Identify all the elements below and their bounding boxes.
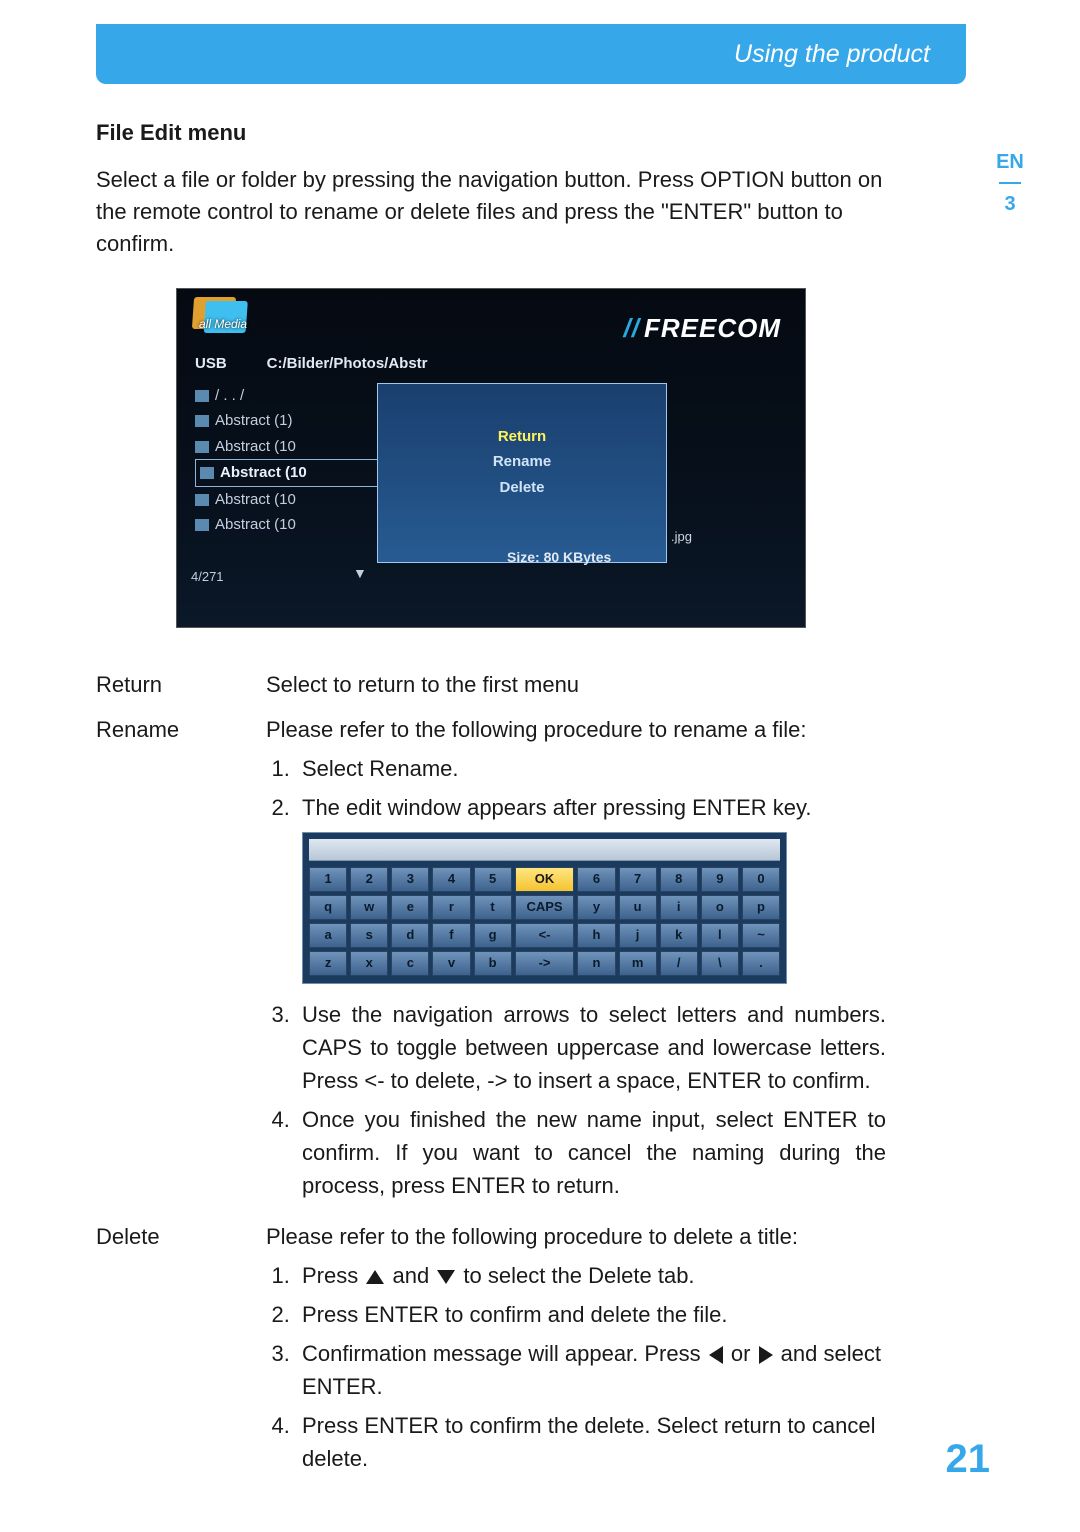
desc-delete: Please refer to the following procedure … <box>266 1220 886 1253</box>
list-item: Abstract (10 <box>195 487 395 513</box>
keyboard-key: i <box>660 895 698 920</box>
keyboard-key: 8 <box>660 867 698 892</box>
keyboard-key: 7 <box>619 867 657 892</box>
keyboard-key: b <box>474 951 512 976</box>
keyboard-key: m <box>619 951 657 976</box>
list-item-selected: Abstract (10 <box>195 459 395 487</box>
rename-step: The edit window appears after pressing E… <box>296 791 886 824</box>
header-title: Using the product <box>734 40 930 69</box>
brand-logo: //FREECOM <box>624 313 781 344</box>
keyboard-key: f <box>432 923 470 948</box>
term-rename: Rename <box>96 713 266 1208</box>
keyboard-key: h <box>577 923 615 948</box>
list-item: Abstract (10 <box>195 434 395 460</box>
keyboard-key: o <box>701 895 739 920</box>
onscreen-keyboard-screenshot: 12345OK67890 qwertCAPSyuiop asdfg<-hjkl~ zx… <box>302 832 787 984</box>
tab-divider <box>999 182 1021 184</box>
rename-step: Use the navigation arrows to select lett… <box>296 998 886 1097</box>
keyboard-key: 3 <box>391 867 429 892</box>
section-title: File Edit menu <box>96 120 886 146</box>
keyboard-key: r <box>432 895 470 920</box>
keyboard-key: x <box>350 951 388 976</box>
chapter-number: 3 <box>1004 193 1015 215</box>
delete-step: Confirmation message will appear. Press … <box>296 1337 886 1403</box>
delete-step: Press ENTER to confirm and delete the fi… <box>296 1298 886 1331</box>
menu-return: Return <box>378 424 666 450</box>
keyboard-key: s <box>350 923 388 948</box>
language-chapter-tab: EN 3 <box>978 146 1042 220</box>
keyboard-key: \ <box>701 951 739 976</box>
keyboard-key: 5 <box>474 867 512 892</box>
keyboard-key: c <box>391 951 429 976</box>
rename-step: Select Rename. <box>296 752 886 785</box>
keyboard-key: CAPS <box>515 895 575 920</box>
keyboard-key: z <box>309 951 347 976</box>
keyboard-key: ~ <box>742 923 780 948</box>
file-count: 4/271 <box>191 569 224 584</box>
menu-rename: Rename <box>378 449 666 475</box>
keyboard-key: k <box>660 923 698 948</box>
arrow-down-icon <box>437 1270 455 1284</box>
list-item: Abstract (1) <box>195 408 395 434</box>
delete-step: Press ENTER to confirm the delete. Selec… <box>296 1409 886 1475</box>
arrow-up-icon <box>366 1270 384 1284</box>
keyboard-key: v <box>432 951 470 976</box>
keyboard-key: q <box>309 895 347 920</box>
arrow-left-icon <box>709 1346 723 1364</box>
term-return: Return <box>96 668 266 701</box>
menu-delete: Delete <box>378 475 666 501</box>
keyboard-key: n <box>577 951 615 976</box>
file-edit-screenshot: all Media //FREECOM USB C:/Bilder/Photos… <box>176 288 806 628</box>
context-menu: Return Rename Delete <box>377 383 667 563</box>
keyboard-input-field <box>309 839 780 861</box>
desc-return: Select to return to the first menu <box>266 668 886 701</box>
keyboard-key: u <box>619 895 657 920</box>
intro-paragraph: Select a file or folder by pressing the … <box>96 164 886 260</box>
keyboard-key: g <box>474 923 512 948</box>
rename-step: Once you finished the new name input, se… <box>296 1103 886 1202</box>
keyboard-key: t <box>474 895 512 920</box>
keyboard-key: d <box>391 923 429 948</box>
keyboard-key: -> <box>515 951 575 976</box>
page-header: Using the product <box>96 24 966 84</box>
path-label: C:/Bilder/Photos/Abstr <box>267 355 428 372</box>
keyboard-key: e <box>391 895 429 920</box>
keyboard-key: 6 <box>577 867 615 892</box>
keyboard-key: j <box>619 923 657 948</box>
term-delete: Delete <box>96 1220 266 1481</box>
arrow-right-icon <box>759 1346 773 1364</box>
desc-rename: Please refer to the following procedure … <box>266 713 886 746</box>
file-ext: .jpg <box>671 529 692 544</box>
keyboard-key: / <box>660 951 698 976</box>
file-list: / . . / Abstract (1) Abstract (10 Abstra… <box>195 383 395 538</box>
parent-folder: / . . / <box>195 383 395 409</box>
list-item: Abstract (10 <box>195 512 395 538</box>
keyboard-key: l <box>701 923 739 948</box>
scroll-down-icon: ▼ <box>353 565 367 581</box>
drive-label: USB <box>195 355 227 372</box>
lang-code: EN <box>996 151 1024 173</box>
keyboard-key: <- <box>515 923 575 948</box>
keyboard-key: 2 <box>350 867 388 892</box>
keyboard-key: . <box>742 951 780 976</box>
keyboard-key: 1 <box>309 867 347 892</box>
keyboard-key: 0 <box>742 867 780 892</box>
keyboard-key: 9 <box>701 867 739 892</box>
keyboard-key: y <box>577 895 615 920</box>
keyboard-key: OK <box>515 867 575 892</box>
all-media-icon: all Media <box>193 297 293 345</box>
keyboard-key: w <box>350 895 388 920</box>
keyboard-key: 4 <box>432 867 470 892</box>
delete-step: Press and to select the Delete tab. <box>296 1259 886 1292</box>
page-number: 21 <box>946 1437 991 1482</box>
file-size: Size: 80 KBytes <box>507 549 611 565</box>
keyboard-key: a <box>309 923 347 948</box>
keyboard-key: p <box>742 895 780 920</box>
